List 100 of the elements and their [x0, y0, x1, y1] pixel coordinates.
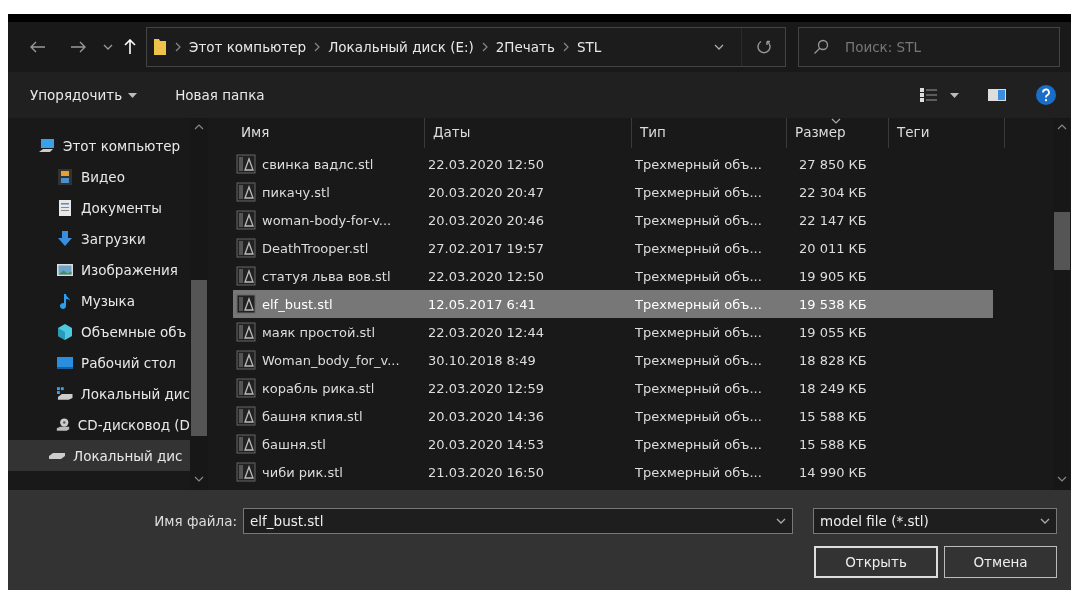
sidebar-item[interactable]: Изображения — [8, 254, 190, 285]
file-date: 20.03.2020 14:36 — [427, 408, 546, 424]
preview-pane-icon[interactable] — [987, 87, 1007, 103]
file-size: 18 828 КБ — [799, 352, 868, 368]
file-icon — [236, 322, 256, 342]
breadcrumb-item[interactable]: Этот компьютер — [189, 39, 307, 55]
sidebar-item[interactable]: Объемные объ — [8, 316, 190, 347]
column-header[interactable]: Тип — [632, 118, 787, 148]
file-icon — [236, 238, 256, 258]
file-date: 30.10.2018 8:49 — [427, 352, 537, 368]
sidebar-item[interactable]: Этот компьютер — [8, 130, 190, 161]
file-row[interactable]: статуя льва вов.stl 22.03.2020 12:50 Трехмерный объ... 19 905 КБ — [233, 262, 993, 290]
search-box[interactable]: Поиск: STL — [798, 27, 1060, 67]
sidebar-item[interactable]: Музыка — [8, 285, 190, 316]
file-row[interactable]: пикачу.stl 20.03.2020 20:47 Трехмерный объ... 22 304 КБ — [233, 178, 993, 206]
file-row[interactable]: DeathTrooper.stl 27.02.2017 19:57 Трехмерный объ... 20 011 КБ — [233, 234, 993, 262]
organize-button[interactable]: Упорядочить — [28, 83, 140, 107]
search-field[interactable]: Поиск: STL — [843, 38, 1043, 56]
file-type: Трехмерный объ... — [634, 380, 763, 396]
column-header[interactable]: Теги — [889, 118, 1005, 148]
file-name-field[interactable]: elf_bust.stl — [243, 508, 793, 534]
file-row[interactable]: woman-body-for-v... 20.03.2020 20:46 Трехмерный объ... 22 147 КБ — [233, 206, 993, 234]
file-icon — [236, 266, 256, 286]
caret-icon — [949, 92, 959, 98]
file-icon — [236, 378, 256, 398]
file-size: 22 147 КБ — [799, 212, 868, 228]
cancel-button[interactable]: Отмена — [944, 546, 1057, 578]
file-row[interactable]: Woman_body_for_v... 30.10.2018 8:49 Трехмерный объ... 18 828 КБ — [233, 346, 993, 374]
breadcrumb-item[interactable]: STL — [576, 39, 602, 55]
file-icon — [236, 406, 256, 426]
file-icon — [236, 294, 256, 314]
forward-arrow-icon — [70, 41, 86, 53]
file-size: 19 055 КБ — [799, 324, 868, 340]
sidebar-item[interactable]: Видео — [8, 161, 190, 192]
sidebar-item[interactable]: CD-дисковод (D — [8, 409, 190, 440]
scrollbar-thumb[interactable] — [1054, 212, 1070, 270]
view-options-icon[interactable] — [919, 87, 939, 103]
file-row[interactable]: маяк простой.stl 22.03.2020 12:44 Трехмерный объ... 19 055 КБ — [233, 318, 993, 346]
folder-icon — [153, 38, 167, 56]
file-type: Трехмерный объ... — [634, 464, 763, 480]
file-date: 21.03.2020 16:50 — [427, 464, 546, 480]
column-header[interactable]: Размер — [787, 118, 889, 148]
file-type-dropdown[interactable]: model file (*.stl) — [813, 508, 1057, 534]
address-bar[interactable]: Этот компьютер Локальный диск (E:) 2Печать STL — [146, 27, 786, 67]
file-date: 22.03.2020 12:50 — [427, 156, 546, 172]
scroll-down-icon[interactable] — [194, 476, 204, 482]
scroll-up-icon[interactable] — [1057, 124, 1067, 130]
scroll-up-icon[interactable] — [194, 124, 204, 130]
computer-icon — [38, 136, 56, 155]
file-type: Трехмерный объ... — [634, 240, 763, 256]
help-icon[interactable] — [1035, 84, 1057, 106]
file-row[interactable]: башня.stl 20.03.2020 14:53 Трехмерный объ... 15 588 КБ — [233, 430, 993, 458]
refresh-icon[interactable] — [755, 39, 772, 55]
file-icon — [236, 154, 256, 174]
sidebar-item[interactable]: Локальный дис — [8, 378, 190, 409]
sidebar-item[interactable]: Локальный дис — [8, 440, 190, 471]
scroll-down-icon[interactable] — [1057, 476, 1067, 482]
file-date: 22.03.2020 12:59 — [427, 380, 546, 396]
scrollbar-thumb[interactable] — [191, 280, 207, 436]
file-type: Трехмерный объ... — [634, 352, 763, 368]
file-size: 22 304 КБ — [799, 184, 868, 200]
open-button[interactable]: Открыть — [814, 546, 938, 578]
file-row[interactable]: чиби рик.stl 21.03.2020 16:50 Трехмерный объ... 14 990 КБ — [233, 458, 993, 486]
column-header[interactable]: Имя — [233, 118, 425, 148]
file-date: 20.03.2020 20:46 — [427, 212, 546, 228]
file-icon — [236, 210, 256, 230]
file-size: 15 588 КБ — [799, 436, 868, 452]
file-name: башня.stl — [261, 436, 327, 452]
file-name-label: Имя файла: — [154, 513, 237, 529]
file-size: 15 588 КБ — [799, 408, 868, 424]
file-size: 18 249 КБ — [799, 380, 868, 396]
breadcrumb-item[interactable]: 2Печать — [495, 39, 555, 55]
file-name: woman-body-for-v... — [261, 212, 393, 228]
file-name: Woman_body_for_v... — [261, 352, 401, 368]
file-row[interactable]: корабль рика.stl 22.03.2020 12:59 Трехмерный объ... 18 249 КБ — [233, 374, 993, 402]
file-size: 20 011 КБ — [799, 240, 868, 256]
sidebar-item[interactable]: Рабочий стол — [8, 347, 190, 378]
caret-icon — [103, 44, 113, 50]
file-name: elf_bust.stl — [261, 296, 334, 312]
file-row[interactable]: elf_bust.stl 12.05.2017 6:41 Трехмерный объ... 19 538 КБ — [233, 290, 993, 318]
file-date: 20.03.2020 14:53 — [427, 436, 546, 452]
drive-icon — [56, 384, 74, 403]
breadcrumb-item[interactable]: Локальный диск (E:) — [328, 39, 474, 55]
file-type: Трехмерный объ... — [634, 408, 763, 424]
download-arrow-icon — [56, 229, 74, 248]
file-date: 22.03.2020 12:44 — [427, 324, 546, 340]
file-row[interactable]: свинка вадлс.stl 22.03.2020 12:50 Трехмерный объ... 27 850 КБ — [233, 150, 993, 178]
file-type: Трехмерный объ... — [634, 436, 763, 452]
file-name: башня кпия.stl — [261, 408, 364, 424]
cube-icon — [56, 322, 74, 341]
file-name: DeathTrooper.stl — [261, 240, 370, 256]
file-size: 19 905 КБ — [799, 268, 868, 284]
file-name: статуя льва вов.stl — [261, 268, 392, 284]
sidebar-item[interactable]: Загрузки — [8, 223, 190, 254]
file-row[interactable]: башня кпия.stl 20.03.2020 14:36 Трехмерный объ... 15 588 КБ — [233, 402, 993, 430]
column-header[interactable]: Даты — [425, 118, 632, 148]
sidebar-item[interactable]: Документы — [8, 192, 190, 223]
new-folder-button[interactable]: Новая папка — [173, 83, 267, 107]
file-date: 27.02.2017 19:57 — [427, 240, 546, 256]
cd-drive-icon — [56, 415, 71, 434]
